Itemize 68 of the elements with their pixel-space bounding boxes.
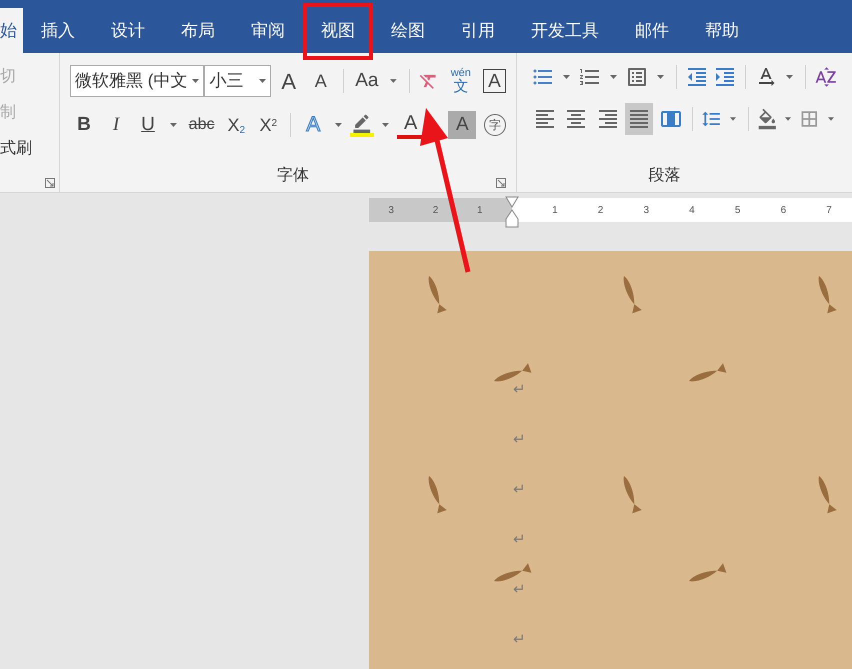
caret-icon[interactable]	[258, 79, 266, 83]
clipboard-command[interactable]: 式刷	[0, 131, 59, 167]
ruler-number: 2	[598, 204, 604, 218]
ruler-number: 2	[432, 204, 438, 218]
caret-icon[interactable]	[335, 123, 342, 127]
ribbon-tab[interactable]: 始	[0, 8, 23, 53]
ribbon-tab[interactable]: 插入	[23, 8, 93, 53]
ruler-number: 3	[388, 204, 394, 218]
font-size-field[interactable]: 小三	[204, 65, 271, 97]
indent-marker-icon[interactable]	[505, 196, 519, 228]
caret-icon[interactable]	[170, 123, 177, 127]
bold-button[interactable]: B	[70, 111, 98, 139]
strikethrough-button[interactable]: abc	[184, 111, 218, 139]
caret-icon[interactable]	[390, 79, 397, 83]
ruler-number: 4	[689, 204, 695, 218]
subscript-button[interactable]: X$_{2}$	[222, 111, 250, 139]
ruler-number: 7	[826, 204, 832, 218]
change-case-button[interactable]: Aa	[352, 67, 382, 95]
group-label: 字体	[276, 166, 310, 186]
ruler-number: 6	[780, 204, 786, 218]
shading-icon[interactable]	[756, 107, 778, 131]
dialog-launcher-icon[interactable]	[45, 178, 55, 188]
paragraph-mark: ↵	[513, 430, 527, 450]
ribbon-tab[interactable]: 视图	[303, 8, 373, 53]
increase-indent-icon[interactable]	[713, 65, 737, 89]
alignment-button[interactable]	[625, 103, 653, 135]
character-shading-button[interactable]: A	[448, 111, 476, 139]
caret-icon[interactable]	[785, 117, 792, 121]
ruler-number: 3	[643, 204, 650, 218]
group-label: 段落	[648, 166, 680, 186]
italic-button[interactable]: I	[102, 111, 130, 139]
ribbon-tab[interactable]: 引用	[443, 8, 513, 53]
font-name-field[interactable]: 微软雅黑 (中文	[70, 65, 204, 97]
grow-font-button[interactable]: A	[274, 67, 303, 95]
highlighter-icon[interactable]	[350, 113, 374, 137]
caret-icon[interactable]	[610, 75, 617, 79]
underline-button[interactable]: U	[134, 111, 162, 139]
ribbon-tab[interactable]: 邮件	[617, 8, 687, 53]
ribbon-tab[interactable]: 绘图	[373, 8, 443, 53]
ribbon-tab[interactable]: 审阅	[233, 8, 303, 53]
ruler-number: 1	[477, 204, 483, 218]
caret-icon[interactable]	[786, 75, 793, 79]
phonetic-guide-button[interactable]: wén 文	[450, 68, 471, 94]
paragraph-mark: ↵	[513, 380, 527, 400]
multilevel-list-icon[interactable]	[625, 65, 649, 89]
caret-icon[interactable]	[657, 75, 664, 79]
caret-icon[interactable]	[828, 117, 834, 121]
ribbon-tab[interactable]: 帮助	[687, 8, 757, 53]
ribbon-tab[interactable]: 设计	[93, 8, 163, 53]
character-border-button[interactable]: A	[482, 69, 506, 93]
paragraph-mark: ↵	[513, 580, 527, 600]
paragraph-mark: ↵	[513, 480, 527, 500]
paragraph-mark: ↵	[513, 630, 527, 650]
caret-icon[interactable]	[382, 123, 389, 127]
ribbon-tab[interactable]: 开发工具	[513, 8, 617, 53]
enclose-character-button[interactable]: 字	[484, 114, 506, 136]
superscript-button[interactable]: X$^{2}$	[254, 111, 282, 139]
caret-icon[interactable]	[730, 117, 736, 121]
sort-icon[interactable]	[814, 65, 838, 89]
ribbon-tab[interactable]: 布局	[163, 8, 233, 53]
dialog-launcher-icon[interactable]	[496, 178, 506, 188]
shrink-font-button[interactable]: A	[306, 67, 335, 95]
ruler-number: 5	[734, 204, 740, 218]
paragraph-mark: ↵	[513, 530, 527, 550]
caret-icon[interactable]	[192, 79, 200, 83]
decrease-indent-icon[interactable]	[685, 65, 709, 89]
ruler-number: 1	[552, 204, 558, 218]
caret-icon[interactable]	[563, 75, 570, 79]
